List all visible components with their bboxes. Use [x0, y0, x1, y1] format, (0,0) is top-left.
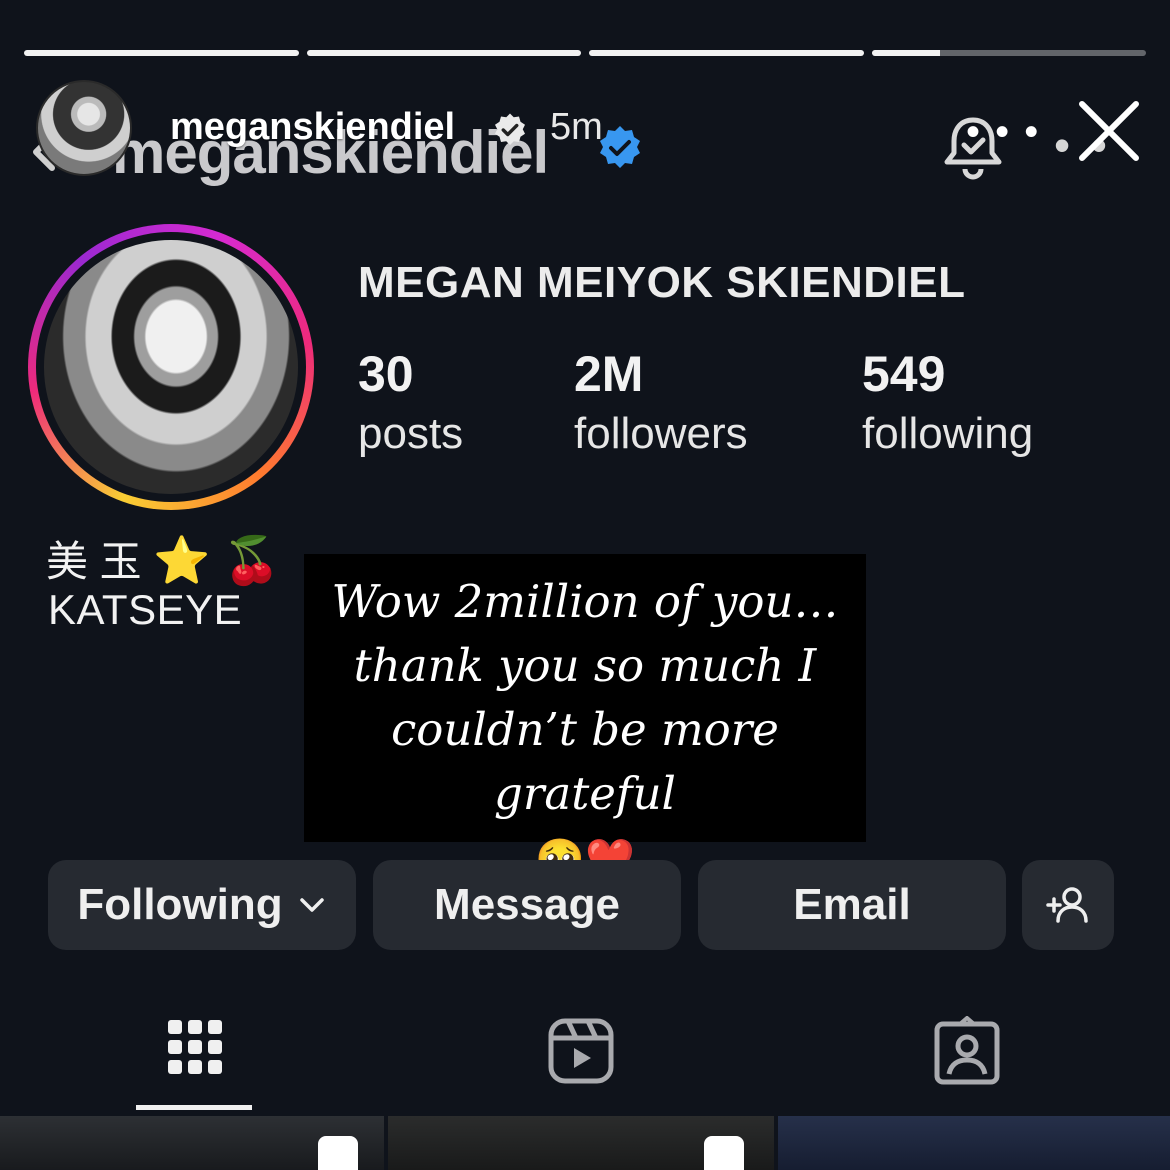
reels-tab-icon[interactable]: [546, 1016, 616, 1086]
bio-emojis: ⭐ 🍒: [153, 534, 281, 586]
add-user-button[interactable]: [1022, 860, 1114, 950]
following-label: Following: [77, 880, 283, 929]
story-username[interactable]: meganskiendiel: [170, 106, 455, 149]
story-timestamp: 5m: [550, 106, 603, 148]
grid-post-thumbnail[interactable]: [0, 1116, 384, 1170]
story-progress: [24, 50, 1146, 56]
stat-followers[interactable]: 2M followers: [574, 344, 748, 464]
reel-badge-icon: [318, 1136, 358, 1170]
grid-post-thumbnail[interactable]: [388, 1116, 774, 1170]
message-label: Message: [434, 880, 620, 929]
progress-segment: [306, 50, 581, 56]
stat-followers-count: 2M: [574, 346, 644, 402]
email-button[interactable]: Email: [698, 860, 1006, 950]
story-text-card: Wow 2million of you… thank you so much I…: [304, 554, 866, 883]
progress-segment: [589, 50, 864, 56]
grid-tab-icon[interactable]: [160, 1016, 230, 1086]
story-quote-wrap: Wow 2million of you… thank you so much I…: [304, 570, 866, 892]
bio-chinese-name: 美 玉: [46, 538, 142, 585]
email-label: Email: [793, 880, 911, 929]
stat-following-count: 549: [862, 346, 946, 402]
stat-posts[interactable]: 30 posts: [358, 344, 463, 464]
verified-badge-icon: [600, 126, 640, 168]
message-button[interactable]: Message: [373, 860, 681, 950]
story-avatar[interactable]: [36, 80, 132, 176]
profile-avatar: [44, 240, 298, 494]
story-screen: meganskiendiel • • meganskiendiel 5m • •…: [0, 0, 1170, 1170]
reel-badge-icon: [704, 1136, 744, 1170]
chevron-down-icon: [299, 898, 324, 912]
stat-posts-count: 30: [358, 346, 414, 402]
progress-segment-current: [871, 50, 1146, 56]
active-tab-indicator: [136, 1105, 252, 1110]
story-verified-icon: [495, 113, 525, 145]
tagged-tab-icon[interactable]: [932, 1016, 1002, 1086]
profile-display-name: MEGAN MEIYOK SKIENDIEL: [358, 258, 966, 307]
progress-segment: [24, 50, 299, 56]
following-button[interactable]: Following: [48, 860, 356, 950]
close-icon[interactable]: [1076, 98, 1142, 164]
story-more-icon[interactable]: • • •: [966, 110, 1040, 155]
stat-following[interactable]: 549 following: [862, 344, 1033, 464]
stat-posts-label: posts: [358, 409, 464, 458]
stat-followers-label: followers: [574, 409, 748, 458]
add-user-icon: [1046, 887, 1088, 923]
stat-following-label: following: [862, 409, 1034, 458]
story-quote: Wow 2million of you… thank you so much I…: [331, 575, 839, 820]
profile-avatar-ring[interactable]: [28, 224, 314, 510]
grid-post-thumbnail[interactable]: [778, 1116, 1170, 1170]
bio-line-2: KATSEYE: [48, 586, 243, 633]
bio-line-1: 美 玉 ⭐ 🍒: [46, 528, 281, 589]
